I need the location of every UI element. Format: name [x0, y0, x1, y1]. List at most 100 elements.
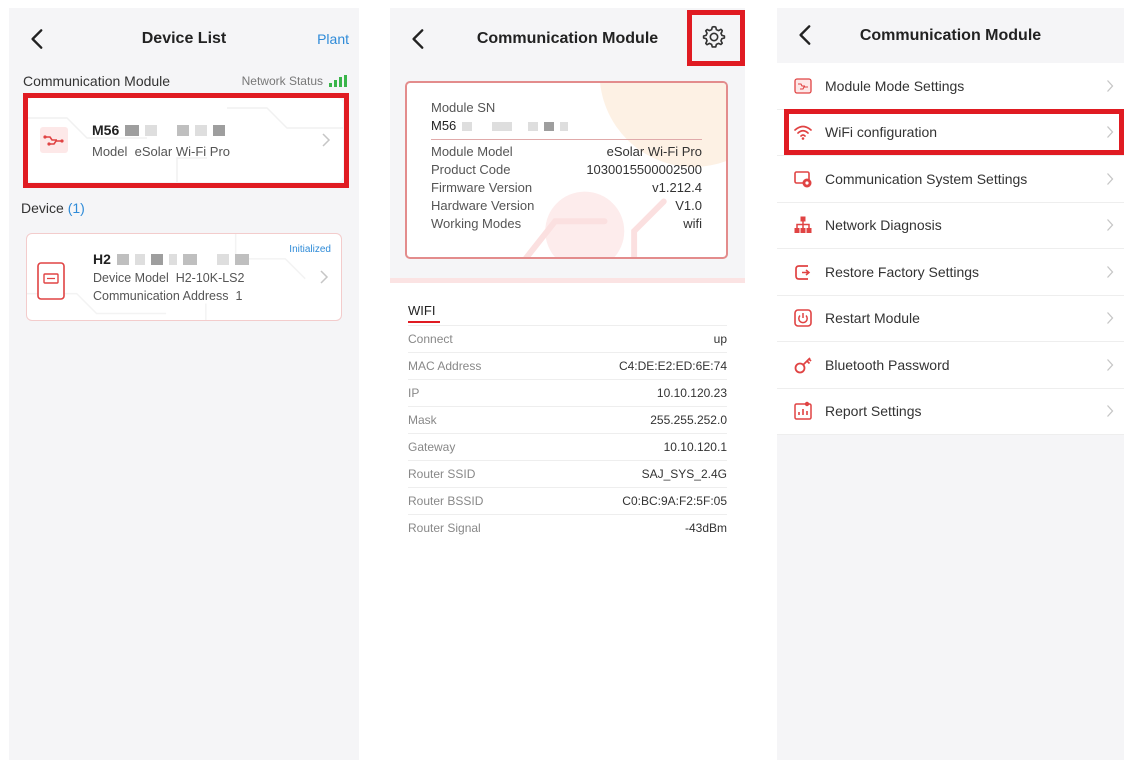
redacted-block — [150, 253, 163, 265]
address-label: Communication Address — [93, 289, 229, 303]
redacted-block — [182, 253, 197, 265]
chevron-right-icon — [1107, 265, 1114, 278]
info-label: Product Code — [431, 162, 511, 177]
chevron-right-icon — [1107, 126, 1114, 139]
wifi-row: Gateway 10.10.120.1 — [408, 433, 727, 460]
menu-item-label: Report Settings — [825, 403, 922, 420]
wifi-label: MAC Address — [408, 359, 482, 373]
device-list-screen: Device List Plant Communication Module N… — [9, 8, 359, 760]
menu-item[interactable]: Report Settings — [777, 389, 1124, 435]
key-icon — [794, 357, 812, 374]
header: Communication Module — [777, 8, 1124, 63]
back-arrow-icon[interactable] — [793, 22, 819, 48]
network-status-label: Network Status — [241, 74, 323, 88]
wifi-row: Connect up — [408, 325, 727, 352]
menu-item-label: Bluetooth Password — [825, 356, 950, 373]
info-row: Product Code 1030015500002500 — [431, 161, 702, 179]
menu-item-label: Network Diagnosis — [825, 217, 942, 234]
menu-item-label: Restore Factory Settings — [825, 263, 980, 280]
chevron-right-icon — [1107, 79, 1114, 92]
menu-item[interactable]: Restart Module — [777, 296, 1124, 342]
redacted-block — [116, 253, 129, 265]
menu-item[interactable]: Communication System Settings — [777, 156, 1124, 203]
menu-item[interactable]: Network Diagnosis — [777, 203, 1124, 249]
back-arrow-icon[interactable] — [406, 26, 432, 52]
module-info-rows: Module SN M56 Module Model eSolar Wi-Fi P… — [431, 99, 702, 233]
info-value: v1.212.4 — [652, 180, 702, 195]
module-sn: M56 — [92, 122, 230, 138]
info-row: Hardware Version V1.0 — [431, 197, 702, 215]
redacted-block — [492, 121, 513, 131]
wifi-label: Router SSID — [408, 467, 476, 481]
gear-icon[interactable] — [701, 24, 727, 50]
wifi-label: Connect — [408, 332, 453, 346]
redacted-block — [544, 121, 555, 131]
module-sn-prefix: M56 — [431, 118, 457, 133]
redacted-block — [195, 124, 208, 136]
wifi-label: Gateway — [408, 440, 456, 454]
model-label: Model — [92, 144, 128, 159]
comm-system-icon — [794, 170, 812, 188]
settings-menu: Module Mode Settings WiFi configuration Co… — [777, 63, 1124, 435]
module-sn-prefix: M56 — [92, 122, 120, 138]
redacted-block — [134, 253, 145, 265]
wifi-value: 255.255.252.0 — [650, 413, 727, 427]
comm-module-section-header: Communication Module Network Status — [9, 70, 359, 92]
tab-underline — [408, 321, 440, 323]
wifi-value: SAJ_SYS_2.4G — [641, 467, 727, 481]
info-row: Firmware Version v1.212.4 — [431, 179, 702, 197]
menu-item[interactable]: Restore Factory Settings — [777, 249, 1124, 296]
info-label: Firmware Version — [431, 180, 533, 195]
info-value: eSolar Wi-Fi Pro — [606, 144, 702, 159]
redacted-block — [177, 124, 190, 136]
section-label: Communication Module — [23, 73, 171, 89]
restart-icon — [794, 309, 812, 328]
header: Device List Plant — [9, 8, 359, 70]
wifi-value: -43dBm — [684, 521, 727, 535]
wifi-row: Router SSID SAJ_SYS_2.4G — [408, 460, 727, 487]
menu-item[interactable]: Bluetooth Password — [777, 342, 1124, 389]
module-info-card: Module SN M56 Module Model eSolar Wi-Fi P… — [405, 81, 728, 259]
page-title: Device List — [141, 30, 227, 47]
back-arrow-icon[interactable] — [25, 26, 51, 52]
wifi-row: Router Signal -43dBm — [408, 514, 727, 541]
module-card[interactable]: M56 Model eSolar Wi-Fi Pro — [27, 98, 343, 182]
wifi-value: C4:DE:E2:ED:6E:74 — [618, 359, 727, 373]
comm-module-settings-screen: Communication Module Module Mode Setting… — [777, 8, 1124, 760]
redacted-block — [216, 253, 229, 265]
info-value: V1.0 — [675, 198, 702, 213]
menu-item[interactable]: WiFi configuration — [777, 110, 1124, 156]
signal-bars-icon — [329, 75, 347, 87]
info-value: 1030015500002500 — [586, 162, 702, 177]
model-value: eSolar Wi-Fi Pro — [134, 144, 231, 159]
module-info-list: Module Model eSolar Wi-Fi Pro Product Code… — [431, 143, 702, 233]
info-row: Working Modes wifi — [431, 215, 702, 233]
device-model-line: Device Model H2-10K-LS2 — [93, 271, 249, 285]
device-card[interactable]: Initialized H2 Device Model H2-10K-LS2 C… — [26, 233, 342, 321]
device-section-header: Device (1) — [21, 200, 85, 216]
redacted-block — [145, 124, 158, 136]
menu-item[interactable]: Module Mode Settings — [777, 63, 1124, 110]
module-mode-icon — [794, 78, 812, 94]
device-count: (1) — [67, 200, 85, 216]
redacted-block — [168, 253, 177, 265]
wifi-label: Router BSSID — [408, 494, 484, 508]
chevron-right-icon — [322, 133, 331, 147]
device-sn: H2 — [93, 251, 249, 267]
wifi-section: WIFI Connect up MAC Address C4:DE:E2:ED:6E:… — [390, 283, 745, 760]
report-icon — [794, 402, 812, 420]
device-section-label: Device — [21, 200, 64, 216]
device-model-label: Device Model — [93, 271, 169, 285]
redacted-block — [234, 253, 249, 265]
module-info: M56 Model eSolar Wi-Fi Pro — [92, 122, 230, 159]
wifi-row: Mask 255.255.252.0 — [408, 406, 727, 433]
menu-item-label: Communication System Settings — [825, 170, 1028, 187]
wifi-row: Router BSSID C0:BC:9A:F2:5F:05 — [408, 487, 727, 514]
restore-icon — [795, 264, 811, 280]
chevron-right-icon — [1107, 312, 1114, 325]
wifi-details-list: Connect up MAC Address C4:DE:E2:ED:6E:74 IP 1… — [408, 325, 727, 541]
info-label: Working Modes — [431, 216, 522, 231]
chevron-right-icon — [1107, 172, 1114, 185]
device-address-line: Communication Address 1 — [93, 289, 249, 303]
plant-link[interactable]: Plant — [317, 31, 349, 47]
